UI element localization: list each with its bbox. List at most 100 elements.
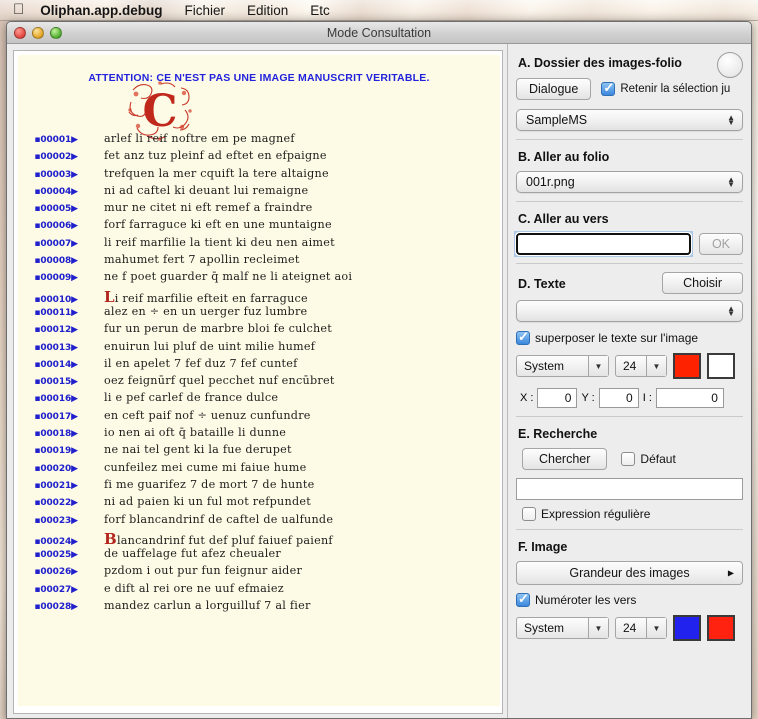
image-color-primary-swatch[interactable] <box>673 615 701 641</box>
transcription-line[interactable]: ▪00006▶ forf farraguce ki eft en une munt… <box>18 218 500 235</box>
text-font-combo[interactable]: System ▼ <box>516 355 609 377</box>
line-number[interactable]: ▪00016▶ <box>18 394 78 404</box>
line-number[interactable]: ▪00024▶ <box>18 537 78 547</box>
number-verses-checkbox-box[interactable] <box>516 591 530 607</box>
transcription-line[interactable]: ▪00014▶ il en apelet 7 fef duz 7 fef cunt… <box>18 357 500 374</box>
zoom-button-icon[interactable] <box>50 27 62 39</box>
line-number[interactable]: ▪00002▶ <box>18 152 78 162</box>
transcription-line[interactable]: ▪00013▶ enuirun lui pluf de uint milie hu… <box>18 340 500 357</box>
line-number[interactable]: ▪00003▶ <box>18 170 78 180</box>
line-number[interactable]: ▪00004▶ <box>18 187 78 197</box>
line-number[interactable]: ▪00015▶ <box>18 377 78 387</box>
regex-checkbox[interactable]: Expression régulière <box>516 507 743 521</box>
chevron-down-icon[interactable]: ▼ <box>588 618 608 638</box>
image-font-combo[interactable]: System ▼ <box>516 617 609 639</box>
transcription-line[interactable]: ▪00008▶ mahumet fert 7 apollin recleimet <box>18 253 500 270</box>
text-size-combo[interactable]: 24 ▼ <box>615 355 667 377</box>
line-number[interactable]: ▪00005▶ <box>18 204 78 214</box>
overlay-text-checkbox[interactable]: superposer le texte sur l'image <box>516 329 743 345</box>
transcription-line[interactable]: ▪00018▶ io nen ai oft q̄ bataille li dunn… <box>18 426 500 443</box>
search-button[interactable]: Chercher <box>522 448 608 470</box>
transcription-line[interactable]: ▪00003▶ trefquen la mer cquift la tere al… <box>18 167 500 184</box>
line-number[interactable]: ▪00022▶ <box>18 498 78 508</box>
line-number[interactable]: ▪00006▶ <box>18 221 78 231</box>
line-number[interactable]: ▪00025▶ <box>18 550 78 560</box>
transcription-line[interactable]: ▪00017▶ en ceft paif nof ÷ uenuz cunfundr… <box>18 409 500 426</box>
number-verses-checkbox[interactable]: Numéroter les vers <box>516 591 743 607</box>
folder-spinner-button[interactable] <box>717 52 743 78</box>
apple-logo-icon[interactable]:  <box>13 2 24 17</box>
line-number[interactable]: ▪00010▶ <box>18 295 78 305</box>
transcription-line[interactable]: ▪00020▶ cunfeilez mei cume mi faiue hume <box>18 461 500 478</box>
line-number[interactable]: ▪00013▶ <box>18 343 78 353</box>
overlay-text-checkbox-box[interactable] <box>516 329 530 345</box>
line-number[interactable]: ▪00009▶ <box>18 273 78 283</box>
transcription-line[interactable]: ▪00016▶ li e pef carlef de france dulce <box>18 391 500 408</box>
transcription-line[interactable]: ▪00022▶ ni ad paien ki un ful mot refpund… <box>18 495 500 512</box>
transcription-line[interactable]: ▪00012▶ fur un perun de marbre bloi fe cu… <box>18 322 500 339</box>
dialogue-button[interactable]: Dialogue <box>516 78 592 100</box>
retain-selection-checkbox-box[interactable] <box>601 80 616 96</box>
default-checkbox-box[interactable] <box>621 452 636 466</box>
transcription-line[interactable]: ▪00005▶ mur ne citet ni eft remef a frain… <box>18 201 500 218</box>
line-number[interactable]: ▪00014▶ <box>18 360 78 370</box>
text-color-secondary-swatch[interactable] <box>707 353 735 379</box>
transcription-line[interactable]: ▪00021▶ fi me guarifez 7 de mort 7 de hun… <box>18 478 500 495</box>
line-number[interactable]: ▪00007▶ <box>18 239 78 249</box>
search-input[interactable] <box>516 478 743 500</box>
line-number[interactable]: ▪00026▶ <box>18 567 78 577</box>
text-color-primary-swatch[interactable] <box>673 353 701 379</box>
transcription-line[interactable]: ▪00023▶ forf blancandrinf de caftel de ua… <box>18 513 500 530</box>
line-number[interactable]: ▪00019▶ <box>18 446 78 456</box>
line-number[interactable]: ▪00027▶ <box>18 585 78 595</box>
image-size-combo[interactable]: 24 ▼ <box>615 617 667 639</box>
transcription-line[interactable]: ▪00011▶ alez en ÷ en un uerger fuz lumbre <box>18 305 500 322</box>
transcription-line[interactable]: ▪00004▶ ni ad caftel ki deuant lui remaig… <box>18 184 500 201</box>
folio-select[interactable]: 001r.png ▲ ▼ <box>516 171 743 193</box>
retain-selection-checkbox[interactable]: Retenir la sélection ju <box>601 80 730 96</box>
image-color-secondary-swatch[interactable] <box>707 615 735 641</box>
i-field[interactable]: 0 <box>655 388 724 408</box>
verse-ok-button[interactable]: OK <box>698 233 743 255</box>
image-size-button[interactable]: Grandeur des images ▶ <box>516 561 743 585</box>
line-number[interactable]: ▪00023▶ <box>18 516 78 526</box>
y-field[interactable]: 0 <box>598 388 639 408</box>
menu-item-etc[interactable]: Etc <box>310 3 330 18</box>
menu-item-edition[interactable]: Edition <box>247 3 288 18</box>
transcription-line[interactable]: ▪00010▶ Li reif marfilie efteit en farrag… <box>18 288 500 306</box>
transcription-line[interactable]: ▪00001▶ arlef li reif noftre em pe magnef <box>18 132 500 149</box>
line-number[interactable]: ▪00008▶ <box>18 256 78 266</box>
document-view[interactable]: ATTENTION: CE N'EST PAS UNE IMAGE MANUSC… <box>13 50 503 714</box>
menu-app-name[interactable]: Oliphan.app.debug <box>40 3 162 18</box>
transcription-line[interactable]: ▪00025▶ de uaffelage fut afez cheualer <box>18 547 500 564</box>
chevron-down-icon[interactable]: ▼ <box>588 356 608 376</box>
transcription-line[interactable]: ▪00019▶ ne nai tel gent ki la fue derupet <box>18 443 500 460</box>
line-number[interactable]: ▪00017▶ <box>18 412 78 422</box>
chevron-down-icon[interactable]: ▼ <box>646 618 666 638</box>
transcription-line[interactable]: ▪00009▶ ne f poet guarder q̄ malf ne li a… <box>18 270 500 287</box>
folder-select[interactable]: SampleMS ▲ ▼ <box>516 109 743 131</box>
close-button-icon[interactable] <box>14 27 26 39</box>
transcription-line[interactable]: ▪00015▶ oez feignūrf quel pecchet nuf enc… <box>18 374 500 391</box>
line-number[interactable]: ▪00011▶ <box>18 308 78 318</box>
minimize-button-icon[interactable] <box>32 27 44 39</box>
transcription-line[interactable]: ▪00026▶ pzdom i out pur fun feignur aider <box>18 564 500 581</box>
line-number[interactable]: ▪00018▶ <box>18 429 78 439</box>
regex-checkbox-box[interactable] <box>522 507 536 521</box>
transcription-line[interactable]: ▪00007▶ li reif marfilie la tient ki deu … <box>18 236 500 253</box>
verse-input[interactable] <box>515 232 692 256</box>
menu-item-fichier[interactable]: Fichier <box>185 3 226 18</box>
line-number[interactable]: ▪00001▶ <box>18 135 78 145</box>
x-field[interactable]: 0 <box>537 388 578 408</box>
transcription-line[interactable]: ▪00027▶ e dift al rei ore ne uuf efmaiez <box>18 582 500 599</box>
line-number[interactable]: ▪00028▶ <box>18 602 78 612</box>
line-number[interactable]: ▪00021▶ <box>18 481 78 491</box>
default-checkbox[interactable]: Défaut <box>621 452 676 466</box>
line-number[interactable]: ▪00012▶ <box>18 325 78 335</box>
transcription-line[interactable]: ▪00024▶ Blancandrinf fut def pluf faiuef … <box>18 530 500 548</box>
window-titlebar[interactable]: Mode Consultation <box>7 22 751 44</box>
line-number[interactable]: ▪00020▶ <box>18 464 78 474</box>
choose-text-button[interactable]: Choisir <box>662 272 743 294</box>
text-select[interactable]: ▲ ▼ <box>516 300 743 322</box>
chevron-down-icon[interactable]: ▼ <box>646 356 666 376</box>
